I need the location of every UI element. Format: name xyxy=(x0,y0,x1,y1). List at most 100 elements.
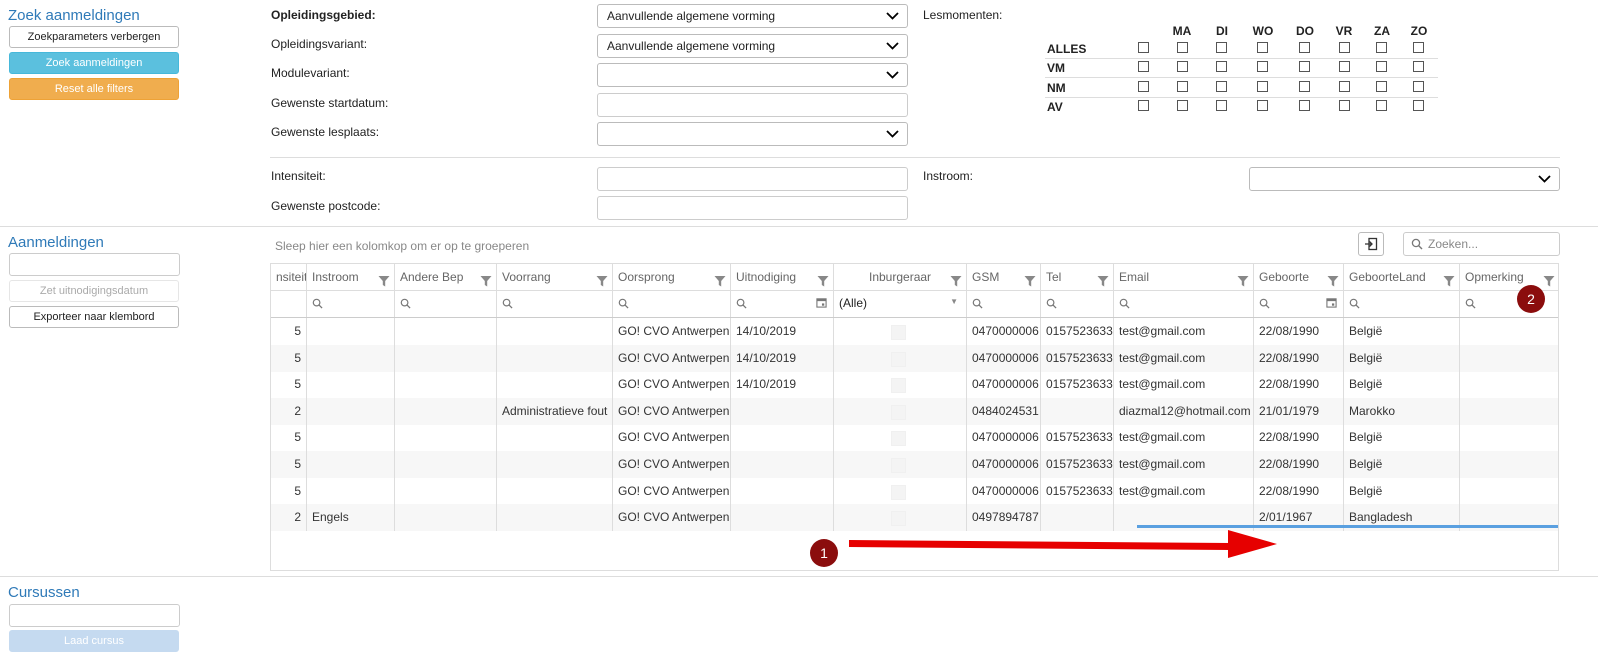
inburgeraar-checkbox[interactable] xyxy=(891,378,906,394)
column-filter-cell[interactable] xyxy=(497,290,613,317)
table-row[interactable]: 5 GO! CVO Antwerpen 14/10/2019 0470000006 01… xyxy=(271,318,1558,345)
lesmoment-checkbox[interactable] xyxy=(1339,61,1350,72)
courses-input[interactable] xyxy=(9,604,180,627)
lesmoment-checkbox[interactable] xyxy=(1376,42,1387,53)
column-filter-cell[interactable] xyxy=(1041,290,1114,317)
lesmoment-checkbox[interactable] xyxy=(1216,42,1227,53)
filter-funnel-icon[interactable] xyxy=(950,270,962,290)
filter-funnel-icon[interactable] xyxy=(596,270,608,290)
modulevariant-select[interactable] xyxy=(597,63,908,87)
postcode-input[interactable] xyxy=(597,196,908,220)
filter-funnel-icon[interactable] xyxy=(1443,270,1455,290)
search-registrations-button[interactable]: Zoek aanmeldingen xyxy=(9,52,179,74)
lesmoment-checkbox[interactable] xyxy=(1339,100,1350,111)
export-clipboard-button[interactable]: Exporteer naar klembord xyxy=(9,306,179,328)
inburgeraar-checkbox[interactable] xyxy=(891,404,906,420)
column-header[interactable]: Uitnodiging xyxy=(731,264,834,290)
lesmoment-checkbox[interactable] xyxy=(1413,81,1424,92)
column-header[interactable]: Opmerking xyxy=(1460,264,1558,290)
lesmoment-checkbox[interactable] xyxy=(1299,100,1310,111)
table-row[interactable]: 5 GO! CVO Antwerpen 0470000006 0157523633 te… xyxy=(271,451,1558,478)
lesmoment-checkbox[interactable] xyxy=(1216,100,1227,111)
intensiteit-input[interactable] xyxy=(597,167,908,191)
table-row[interactable]: 5 GO! CVO Antwerpen 14/10/2019 0470000006 01… xyxy=(271,371,1558,399)
registrations-input[interactable] xyxy=(9,253,180,276)
column-header[interactable]: Tel xyxy=(1041,264,1114,290)
opleidingsvariant-select[interactable]: Aanvullende algemene vorming xyxy=(597,34,908,58)
column-filter-cell[interactable]: (Alle) ▼ xyxy=(834,290,967,317)
load-course-button[interactable]: Laad cursus xyxy=(9,630,179,652)
column-header[interactable]: Inburgeraar xyxy=(834,264,967,290)
lesmoment-checkbox[interactable] xyxy=(1257,100,1268,111)
lesmoment-checkbox[interactable] xyxy=(1177,61,1188,72)
calendar-icon[interactable] xyxy=(816,297,827,311)
lesmoment-checkbox[interactable] xyxy=(1138,81,1149,92)
inburgeraar-checkbox[interactable] xyxy=(891,431,906,447)
lesmoment-checkbox[interactable] xyxy=(1413,61,1424,72)
startdatum-input[interactable] xyxy=(597,93,908,117)
column-header[interactable]: Geboorte xyxy=(1254,264,1344,290)
lesmoment-checkbox[interactable] xyxy=(1413,42,1424,53)
column-header[interactable]: GSM xyxy=(967,264,1041,290)
lesmoment-checkbox[interactable] xyxy=(1376,81,1387,92)
reset-filters-button[interactable]: Reset alle filters xyxy=(9,78,179,100)
column-filter-cell[interactable] xyxy=(1344,290,1460,317)
filter-funnel-icon[interactable] xyxy=(378,270,390,290)
filter-funnel-icon[interactable] xyxy=(714,270,726,290)
filter-funnel-icon[interactable] xyxy=(1543,270,1555,290)
lesmoment-checkbox[interactable] xyxy=(1376,100,1387,111)
lesmoment-checkbox[interactable] xyxy=(1413,100,1424,111)
lesmoment-checkbox[interactable] xyxy=(1257,81,1268,92)
opleidingsgebied-select[interactable]: Aanvullende algemene vorming xyxy=(597,4,908,28)
table-row[interactable]: 5 GO! CVO Antwerpen 14/10/2019 0470000006 01… xyxy=(271,344,1558,372)
calendar-icon[interactable] xyxy=(1326,297,1337,311)
lesmoment-checkbox[interactable] xyxy=(1299,42,1310,53)
column-header[interactable]: Instroom xyxy=(307,264,395,290)
group-panel-hint[interactable]: Sleep hier een kolomkop om er op te groe… xyxy=(275,239,529,253)
lesmoment-checkbox[interactable] xyxy=(1339,42,1350,53)
lesmoment-checkbox[interactable] xyxy=(1376,61,1387,72)
inburgeraar-checkbox[interactable] xyxy=(891,484,906,500)
lesmoment-checkbox[interactable] xyxy=(1257,61,1268,72)
lesmoment-checkbox[interactable] xyxy=(1299,81,1310,92)
filter-funnel-icon[interactable] xyxy=(1024,270,1036,290)
lesmoment-checkbox[interactable] xyxy=(1177,100,1188,111)
inburgeraar-checkbox[interactable] xyxy=(891,325,906,340)
column-filter-cell[interactable] xyxy=(731,290,834,317)
export-icon[interactable] xyxy=(1358,232,1384,256)
column-filter-cell[interactable] xyxy=(613,290,731,317)
column-header[interactable]: nsiteit xyxy=(271,264,307,290)
filter-funnel-icon[interactable] xyxy=(817,270,829,290)
instroom-select[interactable] xyxy=(1249,167,1560,191)
inburgeraar-checkbox[interactable] xyxy=(891,458,906,473)
column-filter-cell[interactable] xyxy=(271,290,307,317)
table-row[interactable]: 2 Administratieve fout GO! CVO Antwerpen 04… xyxy=(271,397,1558,425)
lesmoment-checkbox[interactable] xyxy=(1138,100,1149,111)
lesmoment-checkbox[interactable] xyxy=(1138,61,1149,72)
filter-funnel-icon[interactable] xyxy=(1097,270,1109,290)
lesmoment-checkbox[interactable] xyxy=(1177,42,1188,53)
column-header[interactable]: Oorsprong xyxy=(613,264,731,290)
column-filter-cell[interactable] xyxy=(1254,290,1344,317)
filter-funnel-icon[interactable] xyxy=(480,270,492,290)
filter-funnel-icon[interactable] xyxy=(1237,270,1249,290)
column-header[interactable]: Andere Bep xyxy=(395,264,497,290)
lesmoment-checkbox[interactable] xyxy=(1216,61,1227,72)
column-filter-cell[interactable] xyxy=(967,290,1041,317)
column-filter-cell[interactable] xyxy=(307,290,395,317)
column-filter-cell[interactable] xyxy=(395,290,497,317)
table-row[interactable]: 5 GO! CVO Antwerpen 0470000006 0157523633 te… xyxy=(271,424,1558,452)
lesmoment-checkbox[interactable] xyxy=(1299,61,1310,72)
inburgeraar-checkbox[interactable] xyxy=(891,511,906,527)
lesmoment-checkbox[interactable] xyxy=(1138,42,1149,53)
column-filter-cell[interactable] xyxy=(1114,290,1254,317)
inburgeraar-checkbox[interactable] xyxy=(891,351,906,367)
lesplaats-select[interactable] xyxy=(597,122,908,146)
set-invitation-date-button[interactable]: Zet uitnodigingsdatum xyxy=(9,280,179,302)
lesmoment-checkbox[interactable] xyxy=(1257,42,1268,53)
hide-search-params-button[interactable]: Zoekparameters verbergen xyxy=(9,26,179,48)
grid-search-input[interactable]: Zoeken... xyxy=(1403,232,1560,256)
table-row[interactable]: 5 GO! CVO Antwerpen 0470000006 0157523633 te… xyxy=(271,477,1558,505)
lesmoment-checkbox[interactable] xyxy=(1216,81,1227,92)
column-header[interactable]: Voorrang xyxy=(497,264,613,290)
